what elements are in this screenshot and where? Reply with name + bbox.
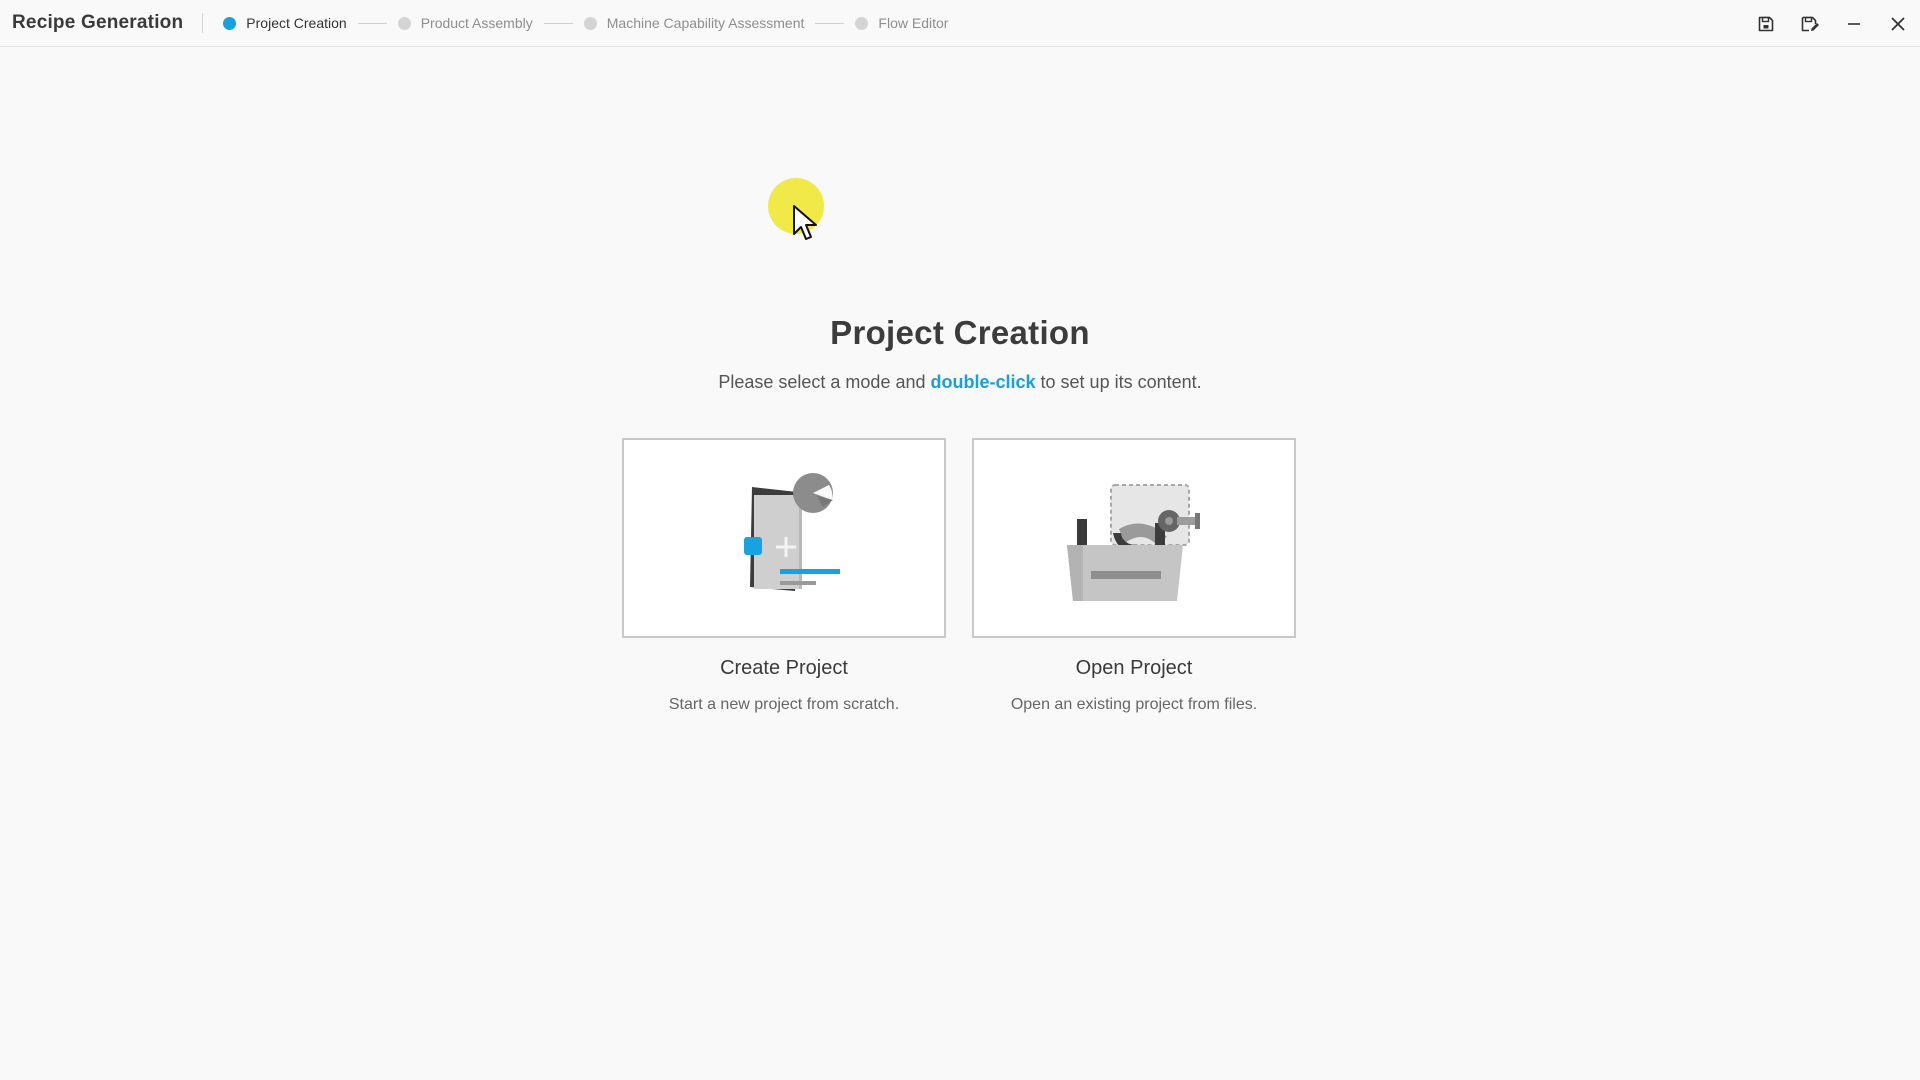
instruction-text-post: to set up its content. xyxy=(1035,372,1202,392)
step-indicator-dot xyxy=(223,16,237,30)
create-project-description: Start a new project from scratch. xyxy=(668,696,900,713)
step-indicator-dot xyxy=(583,16,597,30)
step-connector xyxy=(357,22,387,24)
open-project-description: Open an existing project from files. xyxy=(1010,696,1258,713)
step-label: Flow Editor xyxy=(878,15,949,31)
instructions-text: Please select a mode and double-click to… xyxy=(0,372,1920,393)
pointer-icon xyxy=(793,205,817,240)
save-as-button[interactable] xyxy=(1788,0,1832,47)
step-label: Machine Capability Assessment xyxy=(606,15,805,31)
step-flow-editor[interactable]: Flow Editor xyxy=(855,15,948,31)
main-content xyxy=(0,48,1920,1080)
open-project-card[interactable] xyxy=(972,438,1296,638)
step-connector xyxy=(543,22,573,24)
title-bar: Recipe Generation Project Creation Produ… xyxy=(0,0,1920,47)
create-project-title: Create Project xyxy=(720,657,848,679)
minimize-button[interactable] xyxy=(1832,0,1876,47)
workflow-stepper: Project Creation Product Assembly Machin… xyxy=(223,15,948,31)
save-icon xyxy=(1758,16,1774,31)
step-connector xyxy=(815,22,845,24)
new-document-icon xyxy=(744,473,840,591)
open-project-title: Open Project xyxy=(1075,657,1193,679)
window-controls xyxy=(1744,0,1920,47)
step-indicator-dot xyxy=(855,16,869,30)
step-product-assembly[interactable]: Product Assembly xyxy=(397,15,533,31)
page-title: Project Creation xyxy=(830,314,1090,351)
save-as-icon xyxy=(1801,16,1819,31)
step-indicator-dot xyxy=(397,16,411,30)
title-divider xyxy=(202,13,204,33)
minimize-icon xyxy=(1848,22,1860,25)
save-button[interactable] xyxy=(1744,0,1788,47)
instruction-highlight: double-click xyxy=(930,372,1036,392)
create-project-card[interactable] xyxy=(622,438,946,638)
close-button[interactable] xyxy=(1876,0,1920,47)
open-folder-icon xyxy=(1067,484,1200,601)
step-label: Project Creation xyxy=(246,15,347,31)
step-label: Product Assembly xyxy=(420,15,533,31)
close-icon xyxy=(1891,16,1905,31)
step-project-creation[interactable]: Project Creation xyxy=(223,15,347,31)
mouse-cursor xyxy=(768,178,824,240)
app-title: Recipe Generation xyxy=(12,12,184,33)
instruction-text-pre: Please select a mode and xyxy=(718,372,931,392)
step-machine-capability-assessment[interactable]: Machine Capability Assessment xyxy=(583,15,805,31)
